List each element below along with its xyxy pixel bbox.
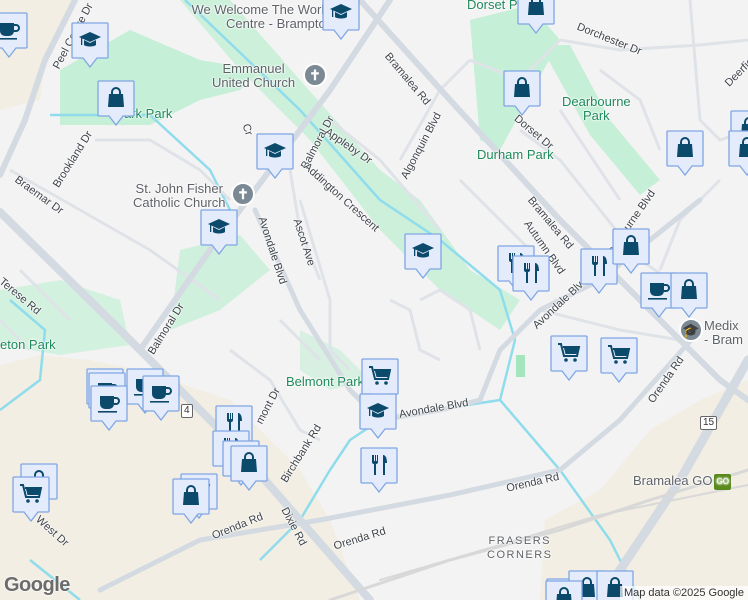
google-logo[interactable]: Google xyxy=(4,574,70,597)
park-label-line: Dearbourne xyxy=(562,94,631,109)
shopping-bag-marker[interactable] xyxy=(728,130,748,177)
coffee-icon xyxy=(142,375,180,422)
coffee-marker[interactable] xyxy=(142,375,180,422)
park-label-belmont[interactable]: Belmont Park xyxy=(286,375,364,389)
shopping-bag-marker[interactable] xyxy=(97,80,135,127)
graduation-cap-icon xyxy=(322,0,360,41)
map-canvas[interactable]: We Welcome The World Centre - Brampton Em… xyxy=(0,0,748,600)
coffee-marker[interactable] xyxy=(90,385,128,432)
go-transit-icon: GO xyxy=(714,474,731,490)
park-label-eton[interactable]: eton Park xyxy=(0,338,56,352)
poi-label-line: Medix xyxy=(704,318,739,333)
shopping-cart-marker[interactable] xyxy=(12,476,50,523)
graduation-cap-marker[interactable] xyxy=(256,133,294,180)
church-icon[interactable]: ✝ xyxy=(303,63,327,87)
church-icon[interactable]: ✝ xyxy=(231,182,255,206)
poi-label-line: Centre - Brampton xyxy=(226,16,333,31)
graduation-cap-icon xyxy=(71,22,109,69)
shopping-bag-marker[interactable] xyxy=(172,478,210,525)
shopping-bag-marker[interactable] xyxy=(670,272,708,319)
shopping-cart-marker[interactable] xyxy=(550,335,588,382)
shopping-bag-marker[interactable] xyxy=(612,228,650,275)
shopping-bag-icon xyxy=(670,272,708,319)
poi-label-line: United Church xyxy=(212,75,296,90)
graduation-cap-marker[interactable] xyxy=(322,0,360,41)
sports-field xyxy=(516,355,525,377)
poi-label-bramalea-go[interactable]: Bramalea GO GO xyxy=(633,474,731,490)
school-icon[interactable]: 🎓 xyxy=(679,318,703,342)
shopping-bag-marker[interactable] xyxy=(503,70,541,117)
shopping-bag-marker[interactable] xyxy=(545,580,583,600)
station-name: Bramalea GO xyxy=(633,473,713,488)
graduation-cap-marker[interactable] xyxy=(359,393,397,440)
restaurant-icon xyxy=(360,447,398,494)
poi-label-line: Emmanuel xyxy=(222,61,285,76)
shopping-bag-icon xyxy=(230,445,268,492)
restaurant-marker[interactable] xyxy=(360,447,398,494)
poi-label-line: St. John Fisher xyxy=(135,181,223,196)
shopping-cart-marker[interactable] xyxy=(600,337,638,384)
area-label-line: CORNERS xyxy=(487,549,553,561)
park-label-dearbourne[interactable]: Dearbourne Park xyxy=(562,95,631,123)
highway-shield-4: 4 xyxy=(181,404,193,418)
restaurant-icon xyxy=(512,255,550,302)
poi-label-emmanuel-church[interactable]: Emmanuel United Church xyxy=(212,62,295,90)
shopping-bag-marker[interactable] xyxy=(230,445,268,492)
area-label-line: FRASERS xyxy=(488,535,551,547)
graduation-cap-icon xyxy=(256,133,294,180)
shopping-bag-marker[interactable] xyxy=(666,130,704,177)
graduation-cap-icon xyxy=(359,393,397,440)
coffee-marker[interactable] xyxy=(0,12,28,59)
graduation-cap-marker[interactable] xyxy=(200,209,238,256)
park-label-durham[interactable]: Durham Park xyxy=(477,148,554,162)
poi-label-medix[interactable]: Medix - Bram xyxy=(704,319,743,347)
park-label-line: Park xyxy=(582,108,610,123)
graduation-cap-marker[interactable] xyxy=(71,22,109,69)
poi-label-line: - Bram xyxy=(704,332,743,347)
shopping-bag-marker[interactable] xyxy=(517,0,555,35)
coffee-icon xyxy=(90,385,128,432)
shopping-cart-icon xyxy=(550,335,588,382)
shopping-bag-icon xyxy=(517,0,555,35)
highway-shield-15: 15 xyxy=(700,416,718,430)
map-attribution[interactable]: Map data ©2025 Google xyxy=(619,586,748,600)
poi-label-welcome-centre[interactable]: We Welcome The World Centre - Brampton xyxy=(190,3,333,31)
coffee-icon xyxy=(0,12,28,59)
poi-label-line: Catholic Church xyxy=(133,195,226,210)
shopping-bag-icon xyxy=(172,478,210,525)
shopping-bag-icon xyxy=(97,80,135,127)
shopping-bag-icon xyxy=(666,130,704,177)
area-label-frasers-corners: FRASERS CORNERS xyxy=(487,534,553,562)
shopping-cart-icon xyxy=(12,476,50,523)
restaurant-marker[interactable] xyxy=(512,255,550,302)
shopping-bag-icon xyxy=(728,130,748,177)
shopping-cart-icon xyxy=(600,337,638,384)
graduation-cap-icon xyxy=(200,209,238,256)
poi-label-st-john-fisher[interactable]: St. John Fisher Catholic Church xyxy=(133,182,226,210)
graduation-cap-icon xyxy=(404,233,442,280)
shopping-bag-icon xyxy=(503,70,541,117)
shopping-bag-icon xyxy=(612,228,650,275)
shopping-bag-icon xyxy=(545,580,583,600)
graduation-cap-marker[interactable] xyxy=(404,233,442,280)
poi-label-line: We Welcome The World xyxy=(191,2,332,17)
